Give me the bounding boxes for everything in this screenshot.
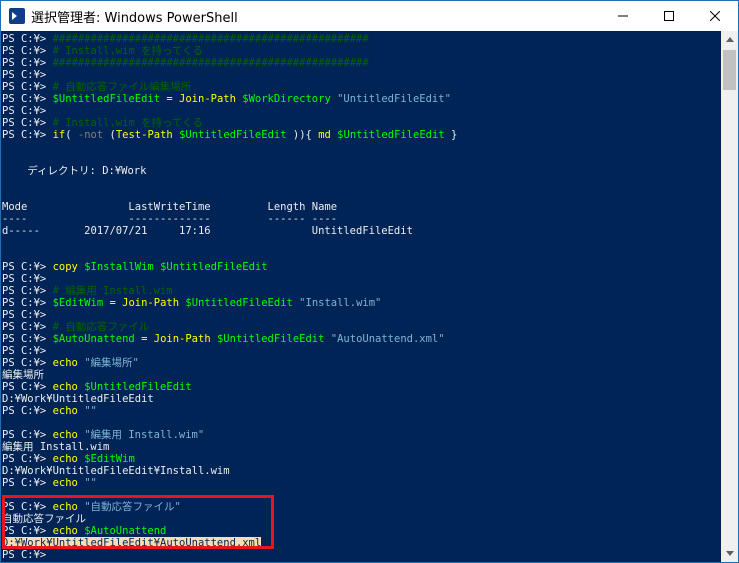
title-bar[interactable]: 選択管理者: Windows PowerShell [1,1,738,31]
console-line: PS C:¥> $AutoUnattend = Join-Path $Untit… [2,333,445,345]
console-line: PS C:¥> echo "編集場所" [2,357,139,369]
console-line: ディレクトリ: D:¥Work [2,165,147,177]
minimize-icon [618,15,628,17]
powershell-window: 選択管理者: Windows PowerShell PS C:¥> ######… [0,0,739,563]
console-line: PS C:¥> [2,273,47,285]
console-line: PS C:¥> $EditWim = Join-Path $UntitledFi… [2,297,382,309]
scroll-down-icon[interactable] [721,545,738,562]
scrollbar-thumb[interactable] [723,50,736,90]
maximize-button[interactable] [646,1,692,31]
console-line: PS C:¥> [2,105,47,117]
console-line: PS C:¥> [2,549,47,561]
console-line: PS C:¥> copy $InstallWim $UntitledFileEd… [2,261,268,273]
close-button[interactable] [692,1,738,31]
console-line: PS C:¥> ################################… [2,33,369,45]
console-line: D:¥Work¥UntitledFileEdit [2,393,154,405]
console-line: 編集用 Install.wim [2,441,110,453]
vertical-scrollbar[interactable] [721,31,738,562]
window-controls [600,1,738,31]
window-title: 選択管理者: Windows PowerShell [31,10,238,26]
highlight-box [2,495,274,549]
console-line: PS C:¥> # 自動応答ファイル [2,321,150,333]
console-line: PS C:¥> # Install.wim を持ってくる [2,45,204,57]
console-line: PS C:¥> # 自動応答ファイル編集場所 [2,81,192,93]
console-line: PS C:¥> # 編集用 Install.wim [2,285,173,297]
console-line: PS C:¥> ################################… [2,57,369,69]
console-line: PS C:¥> [2,69,47,81]
console-line: d----- 2017/07/21 17:16 UntitledFileEdit [2,225,413,237]
console-line: 編集場所 [2,369,44,381]
console-line: PS C:¥> # Install.wim を持ってくる [2,117,204,129]
console-line: PS C:¥> echo "" [2,405,97,417]
console-line: D:¥Work¥UntitledFileEdit¥Install.wim [2,465,230,477]
console-line: Mode LastWriteTime Length Name [2,201,338,213]
console-output[interactable]: PS C:¥> ################################… [1,31,721,562]
console-line: PS C:¥> $UntitledFileEdit = Join-Path $W… [2,93,451,105]
scroll-up-icon[interactable] [721,31,738,48]
console-line: PS C:¥> if( -not (Test-Path $UntitledFil… [2,129,458,141]
console-line: PS C:¥> echo "" [2,477,97,489]
powershell-icon [9,8,25,24]
minimize-button[interactable] [600,1,646,31]
console-line: PS C:¥> echo $UntitledFileEdit [2,381,192,393]
maximize-icon [664,11,674,21]
console-line: PS C:¥> [2,345,47,357]
console-line: PS C:¥> echo $EditWim [2,453,135,465]
console-line: ---- ------------- ------ ---- [2,213,338,225]
console-line: PS C:¥> echo "編集用 Install.wim" [2,429,205,441]
console-line: PS C:¥> [2,309,47,321]
close-icon [710,11,720,21]
